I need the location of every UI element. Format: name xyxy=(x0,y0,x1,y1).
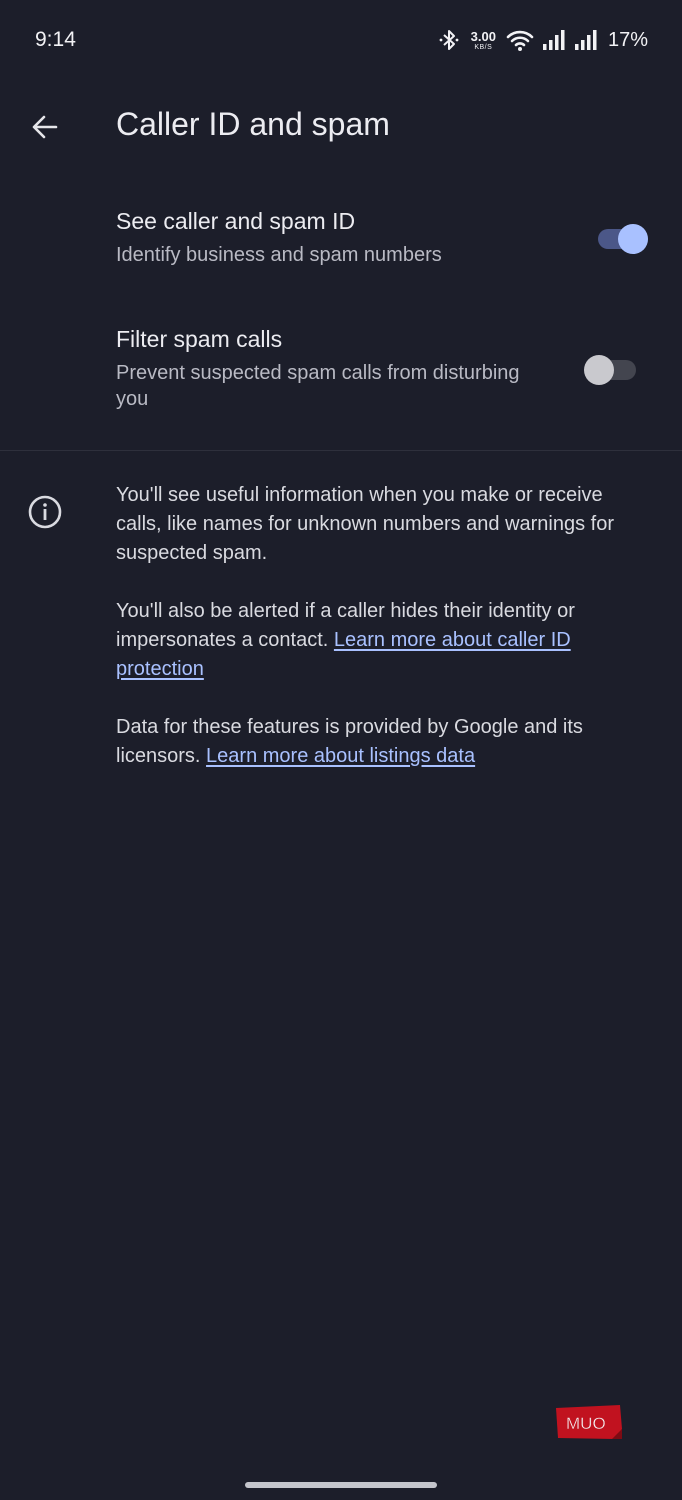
caller-spam-id-switch[interactable] xyxy=(596,221,650,254)
setting-summary: Identify business and spam numbers xyxy=(116,244,442,266)
status-time: 9:14 xyxy=(35,28,76,51)
battery-percent: 17% xyxy=(607,28,648,51)
switch-thumb xyxy=(584,355,614,385)
watermark-text: MUO xyxy=(566,1414,606,1433)
signal-icon xyxy=(542,29,566,51)
arrow-back-icon xyxy=(32,115,58,139)
setting-row-caller-spam-id[interactable]: See caller and spam ID Identify business… xyxy=(0,190,682,290)
setting-title: Filter spam calls xyxy=(116,326,283,352)
home-indicator[interactable] xyxy=(245,1482,437,1488)
info-text: You'll see useful information when you m… xyxy=(116,484,615,564)
network-speed: 3.00 KB/S xyxy=(471,30,496,51)
info-paragraph-2: You'll also be alerted if a caller hides… xyxy=(116,597,646,684)
info-icon xyxy=(27,494,63,530)
status-bar: 9:14 3.00 KB/S 17% xyxy=(0,0,682,80)
status-icons: 3.00 KB/S 17% xyxy=(439,26,648,54)
info-paragraph-1: You'll see useful information when you m… xyxy=(116,481,646,568)
bluetooth-icon xyxy=(439,28,461,52)
top-app-bar: Caller ID and spam xyxy=(0,90,682,164)
page-title: Caller ID and spam xyxy=(116,106,390,142)
divider xyxy=(0,450,682,451)
setting-row-filter-spam[interactable]: Filter spam calls Prevent suspected spam… xyxy=(0,308,682,428)
setting-title: See caller and spam ID xyxy=(116,208,356,234)
network-speed-value: 3.00 xyxy=(470,28,496,44)
signal-icon xyxy=(574,29,598,51)
wifi-icon xyxy=(506,28,534,52)
back-button[interactable] xyxy=(22,104,68,150)
setting-summary: Prevent suspected spam calls from distur… xyxy=(116,362,520,410)
filter-spam-switch[interactable] xyxy=(584,352,638,385)
muo-watermark-logo: MUO xyxy=(556,1405,622,1439)
learn-more-listings-link[interactable]: Learn more about listings data xyxy=(206,745,475,767)
switch-thumb xyxy=(618,224,648,254)
network-speed-unit: KB/S xyxy=(474,43,493,51)
info-paragraph-3: Data for these features is provided by G… xyxy=(116,713,646,771)
